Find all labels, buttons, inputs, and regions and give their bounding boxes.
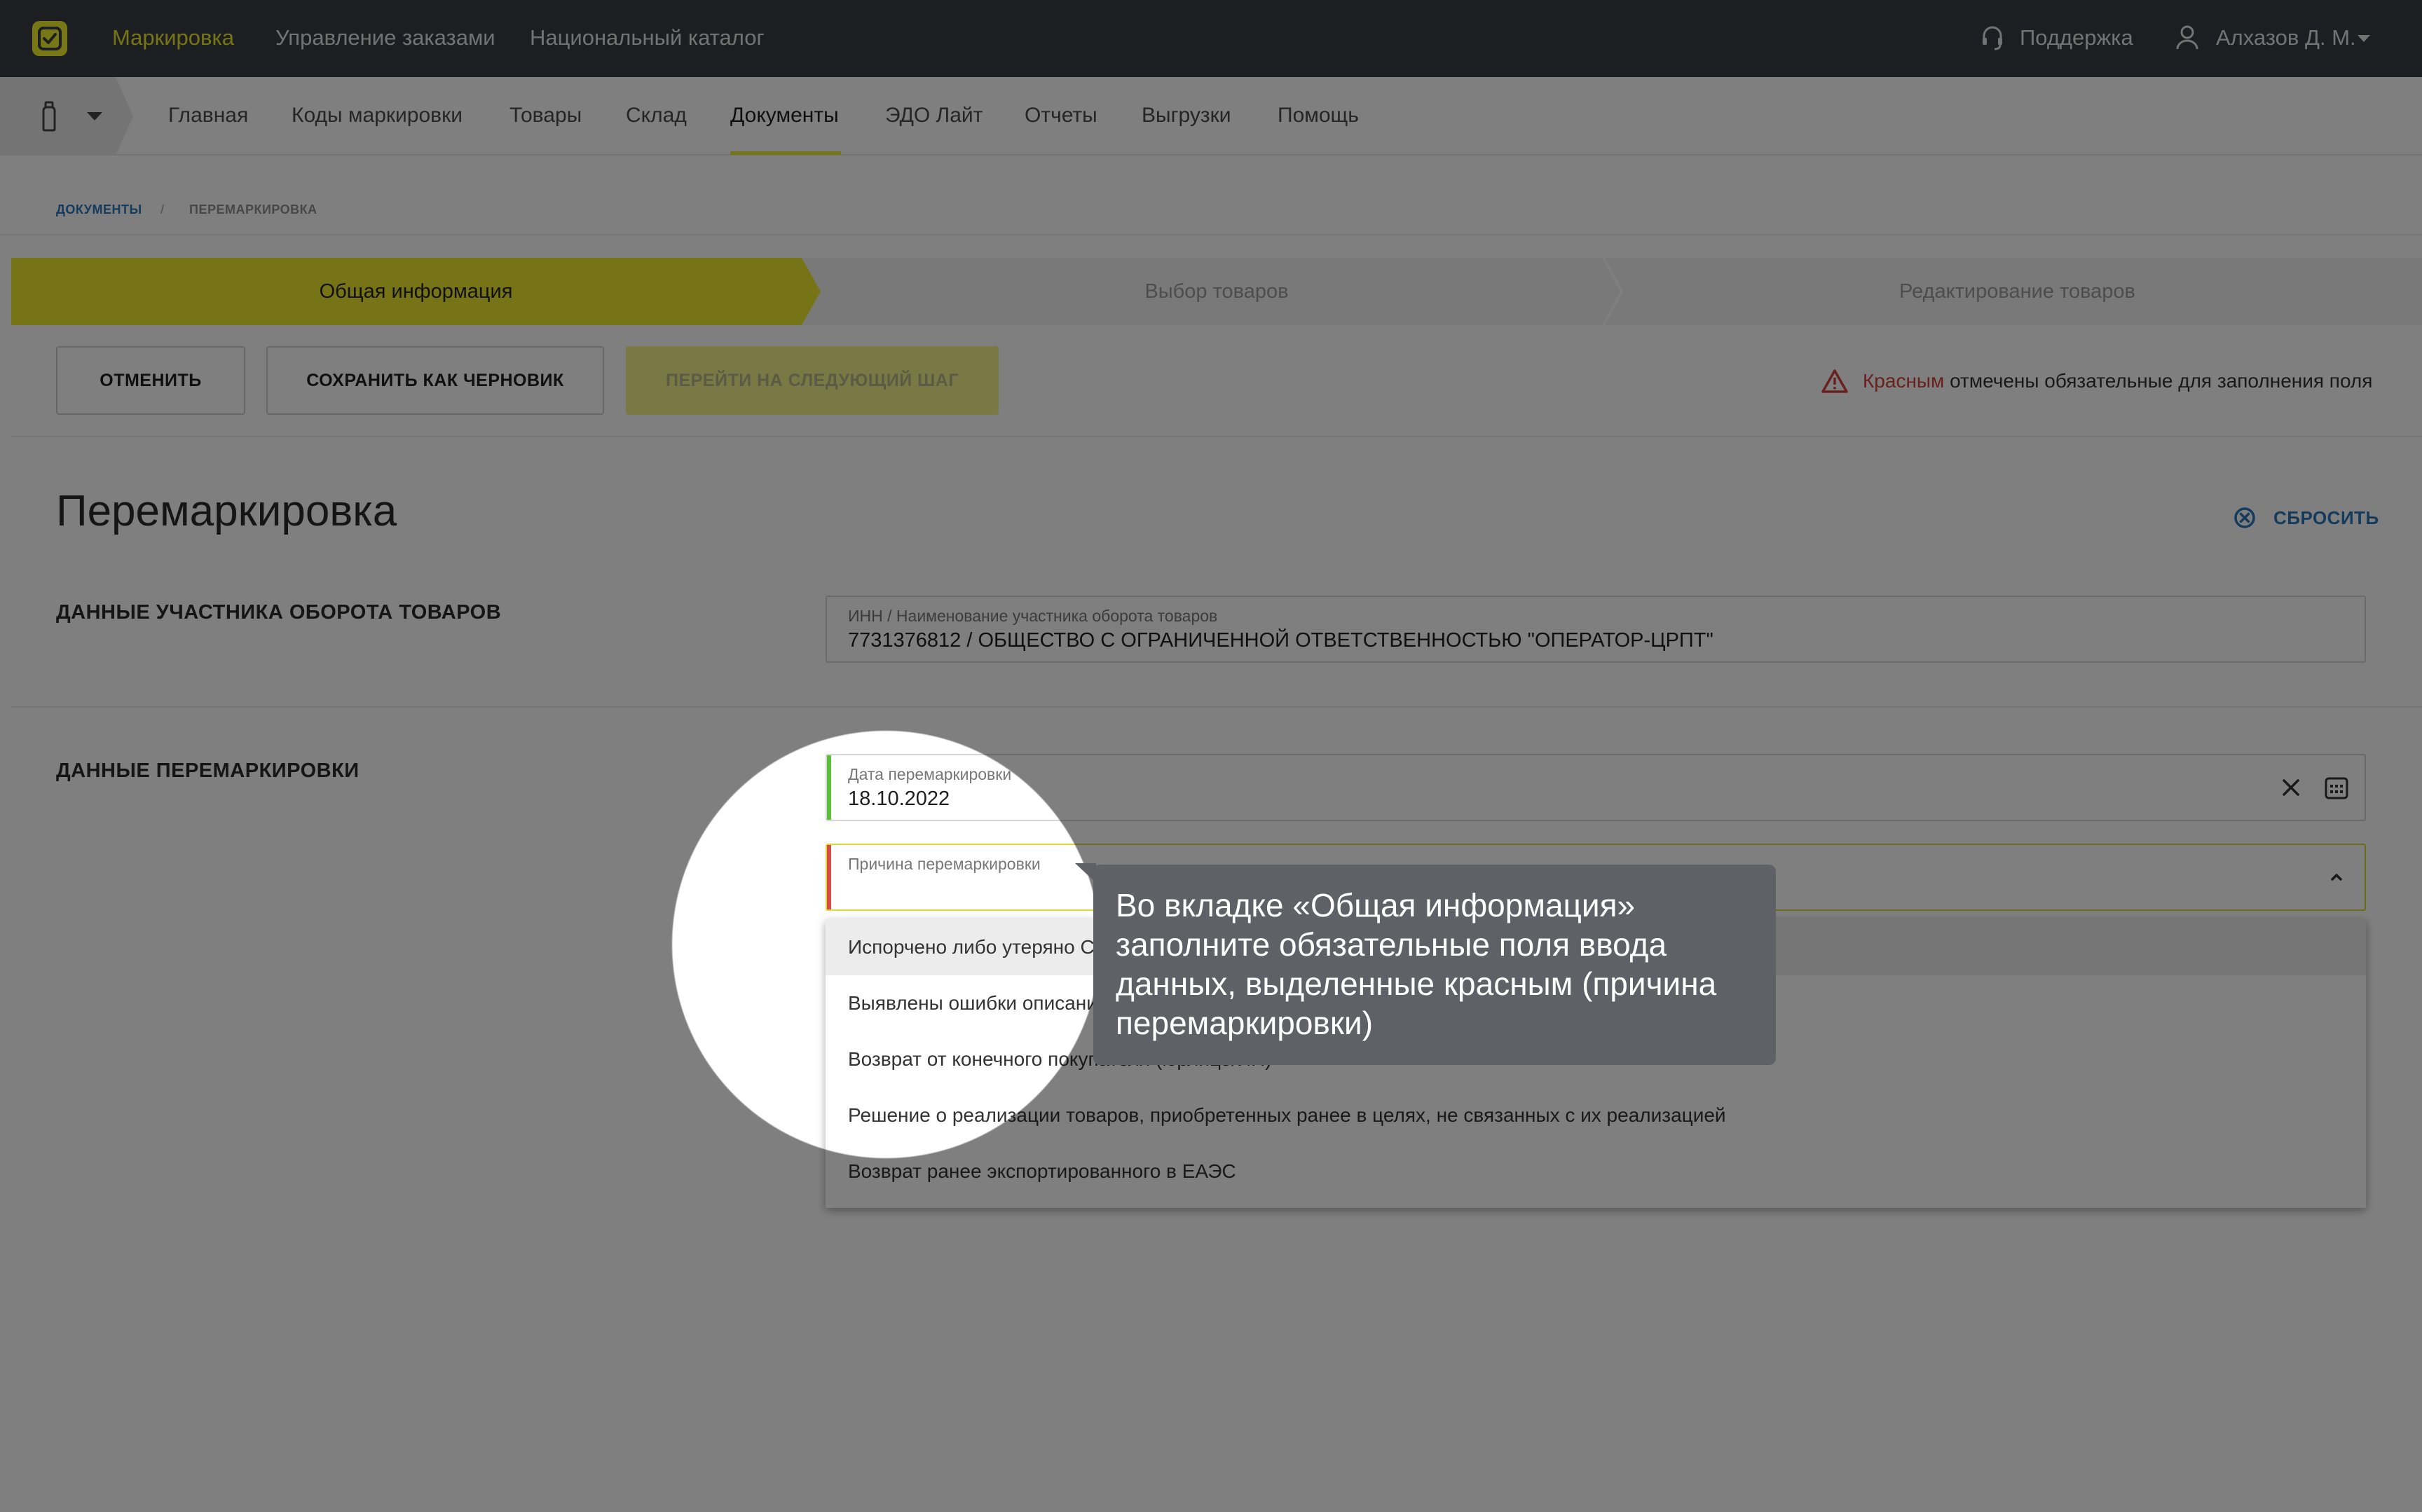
tooltip-text: Во вкладке «Общая информация» заполните … xyxy=(1116,887,1717,1041)
onboarding-tooltip: Во вкладке «Общая информация» заполните … xyxy=(1093,865,1776,1065)
spotlight-overlay xyxy=(0,0,2422,1512)
